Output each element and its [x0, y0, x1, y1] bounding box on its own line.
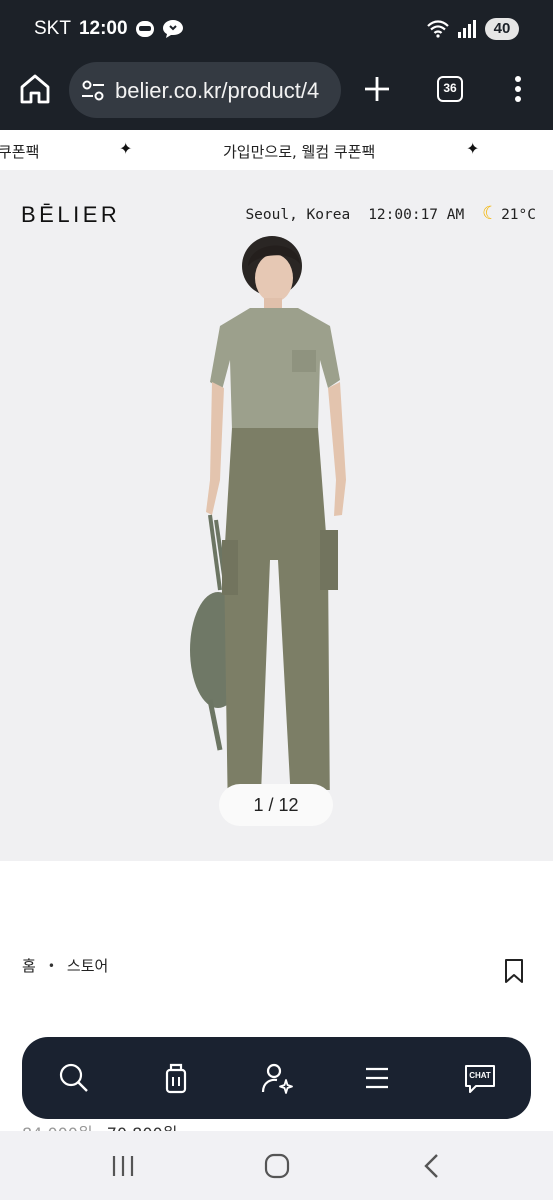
- tabs-button[interactable]: 36: [437, 76, 463, 102]
- status-bar: SKT 12:00 40: [0, 0, 553, 58]
- battery-indicator: 40: [485, 18, 519, 40]
- hamburger-menu-icon[interactable]: [359, 1060, 395, 1096]
- user-sparkle-icon[interactable]: [259, 1060, 295, 1096]
- recent-apps-icon[interactable]: [110, 1152, 136, 1180]
- header-info: Seoul, Korea 12:00:17 AM ☾ 21°C: [245, 203, 536, 225]
- location-label: Seoul, Korea: [245, 206, 351, 223]
- announcement-text: 가입만으로, 웰컴 쿠폰팩: [223, 143, 376, 161]
- signal-icon: [458, 20, 476, 38]
- temperature-label: 21°C: [501, 206, 536, 223]
- brand-logo[interactable]: BĒLIER: [21, 202, 120, 228]
- floating-nav: CHAT: [22, 1037, 531, 1119]
- home-button-icon[interactable]: [263, 1152, 291, 1180]
- product-gallery[interactable]: BĒLIER Seoul, Korea 12:00:17 AM ☾ 21°C 1…: [0, 170, 553, 861]
- search-icon[interactable]: [56, 1060, 92, 1096]
- weather: ☾ 21°C: [482, 203, 536, 225]
- sparkle-icon: ✦: [119, 139, 133, 158]
- status-left: SKT 12:00: [34, 18, 184, 40]
- system-navigation-bar: [0, 1131, 553, 1200]
- site-settings-icon[interactable]: [81, 80, 105, 102]
- breadcrumb-separator: •: [47, 958, 55, 973]
- status-right: 40: [427, 18, 519, 40]
- breadcrumb-store[interactable]: 스토어: [67, 955, 108, 976]
- sparkle-icon: ✦: [466, 139, 480, 158]
- breadcrumb: 홈 • 스토어: [22, 955, 108, 976]
- url-text[interactable]: belier.co.kr/product/4: [115, 78, 337, 104]
- chat-label: CHAT: [469, 1071, 491, 1080]
- shopping-bag-icon[interactable]: [158, 1060, 194, 1096]
- clock-label: 12:00:17 AM: [368, 206, 465, 223]
- announcement-text-fragment: 쿠폰팩: [0, 143, 40, 161]
- more-icon[interactable]: [506, 72, 530, 106]
- product-photo[interactable]: [180, 230, 370, 790]
- home-icon[interactable]: [18, 72, 52, 106]
- carrier-label: SKT: [34, 18, 71, 39]
- announcement-bar[interactable]: 쿠폰팩 ✦ 가입만으로, 웰컴 쿠폰팩 ✦: [0, 130, 553, 170]
- chat-button[interactable]: CHAT: [462, 1060, 498, 1096]
- weather-icon: [135, 21, 154, 37]
- status-time: 12:00: [78, 18, 128, 39]
- back-icon[interactable]: [420, 1152, 444, 1180]
- bookmark-icon[interactable]: [503, 958, 525, 984]
- breadcrumb-home[interactable]: 홈: [22, 955, 36, 976]
- gallery-counter: 1 / 12: [219, 784, 333, 826]
- browser-toolbar: belier.co.kr/product/4 36: [0, 58, 553, 130]
- wifi-icon: [427, 20, 449, 38]
- plus-icon[interactable]: [362, 74, 392, 104]
- moon-icon: ☾: [482, 203, 494, 224]
- chat-bubble-icon: [162, 20, 183, 38]
- address-bar[interactable]: belier.co.kr/product/4: [69, 62, 341, 118]
